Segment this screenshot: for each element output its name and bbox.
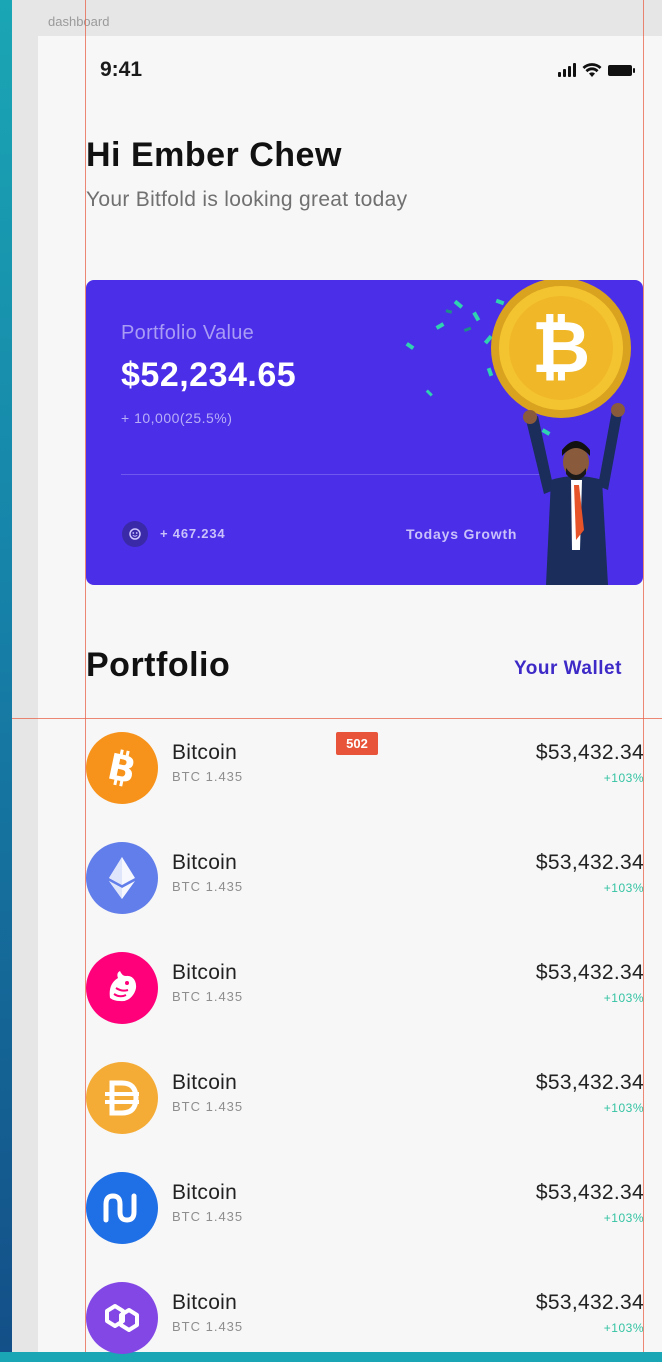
nano-icon — [86, 1172, 158, 1244]
coin-name: Bitcoin — [172, 851, 238, 874]
bitcoin-investor-illustration: ₿ — [405, 280, 631, 585]
coin-price: $53,432.34 — [535, 961, 644, 984]
coin-name: Bitcoin — [172, 1071, 238, 1094]
coin-list-item[interactable]: Bitcoin BTC 1.435 $53,432.34 +103% — [86, 842, 646, 922]
wifi-icon — [582, 63, 602, 77]
coin-change: +103% — [603, 881, 644, 895]
coin-change: +103% — [603, 1321, 644, 1335]
portfolio-value-card[interactable]: Portfolio Value $52,234.65 + 10,000(25.5… — [86, 280, 643, 585]
coin-name: Bitcoin — [172, 1291, 238, 1314]
battery-icon — [608, 64, 635, 76]
coin-change: +103% — [603, 1211, 644, 1225]
coin-name: Bitcoin — [172, 741, 238, 764]
coin-change: +103% — [603, 1101, 644, 1115]
portfolio-value-change: + 10,000(25.5%) — [121, 410, 233, 426]
coin-price: $53,432.34 — [535, 1291, 644, 1314]
measurement-badge: 502 — [336, 732, 378, 755]
svg-text:₿: ₿ — [532, 305, 591, 389]
coin-price: $53,432.34 — [535, 851, 644, 874]
growth-icon — [122, 521, 148, 547]
coin-holding: BTC 1.435 — [172, 989, 244, 1004]
coin-holding: BTC 1.435 — [172, 879, 244, 894]
portfolio-section-title: Portfolio — [86, 646, 231, 684]
todays-growth-value: + 467.234 — [160, 526, 226, 541]
greeting-title: Hi Ember Chew — [86, 136, 342, 174]
status-icons — [558, 62, 635, 78]
coin-price: $53,432.34 — [535, 1071, 644, 1094]
coin-list-item[interactable]: Bitcoin BTC 1.435 $53,432.34 +103% — [86, 952, 646, 1032]
greeting-subtitle: Your Bitfold is looking great today — [86, 188, 408, 211]
coin-holding: BTC 1.435 — [172, 769, 244, 784]
coin-holding: BTC 1.435 — [172, 1209, 244, 1224]
portfolio-value-amount: $52,234.65 — [121, 356, 297, 394]
layout-guide-horizontal — [12, 718, 662, 719]
coin-change: +103% — [603, 771, 644, 785]
layout-guide-left — [85, 0, 86, 1352]
coin-list-item[interactable]: Bitcoin BTC 1.435 $53,432.34 +103% — [86, 1282, 646, 1362]
coin-list-item[interactable]: Bitcoin BTC 1.435 $53,432.34 +103% — [86, 1172, 646, 1252]
coin-holding: BTC 1.435 — [172, 1319, 244, 1334]
ethereum-icon — [86, 842, 158, 914]
polygon-icon — [86, 1282, 158, 1354]
your-wallet-link[interactable]: Your Wallet — [514, 658, 622, 680]
cellular-signal-icon — [558, 63, 576, 77]
coin-holding: BTC 1.435 — [172, 1099, 244, 1114]
bitcoin-icon: B — [86, 732, 158, 804]
coin-list-item[interactable]: Bitcoin BTC 1.435 $53,432.34 +103% — [86, 1062, 646, 1142]
coin-price: $53,432.34 — [535, 1181, 644, 1204]
portfolio-value-label: Portfolio Value — [121, 322, 255, 344]
dai-icon — [86, 1062, 158, 1134]
frame-label[interactable]: dashboard — [48, 14, 109, 29]
coin-change: +103% — [603, 991, 644, 1005]
phone-frame — [38, 36, 662, 1352]
coin-name: Bitcoin — [172, 961, 238, 984]
uniswap-icon — [86, 952, 158, 1024]
coin-name: Bitcoin — [172, 1181, 238, 1204]
coin-price: $53,432.34 — [535, 741, 644, 764]
layout-guide-right — [643, 0, 644, 1352]
status-time: 9:41 — [100, 58, 143, 81]
